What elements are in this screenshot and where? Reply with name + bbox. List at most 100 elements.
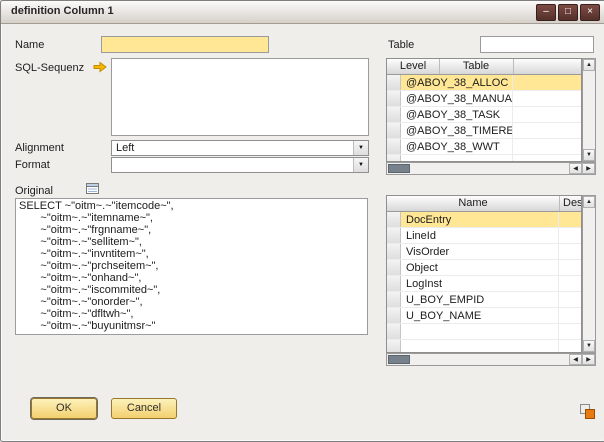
row-selector[interactable] — [387, 75, 401, 90]
table-row[interactable] — [387, 340, 581, 353]
original-sql-text: SELECT ~"oitm~.~"itemcode~", ~"oitm~.~"i… — [15, 198, 368, 335]
scrollbar-thumb[interactable] — [388, 164, 410, 173]
scroll-up-icon[interactable]: ▲ — [583, 59, 595, 71]
window-controls: – □ × — [536, 4, 600, 21]
cell-filler — [513, 91, 581, 106]
fields-horizontal-scrollbar[interactable]: ◀ ▶ — [386, 353, 596, 366]
fields-grid-header: Name Desc — [387, 196, 581, 212]
link-arrow-icon[interactable] — [93, 61, 107, 76]
scrollbar-thumb[interactable] — [388, 355, 410, 364]
column-header-level: Level — [387, 59, 440, 74]
format-label: Format — [15, 159, 50, 171]
row-selector[interactable] — [387, 139, 401, 154]
scroll-right-icon[interactable]: ▶ — [582, 163, 595, 174]
row-selector[interactable] — [387, 91, 401, 106]
cell-text: @ABOY_38_MANUA — [401, 91, 513, 106]
titlebar[interactable]: definition Column 1 – □ × — [1, 1, 604, 24]
cell-filler — [559, 260, 581, 275]
table-row[interactable]: VisOrder — [387, 244, 581, 260]
table-row[interactable]: @ABOY_38_MANUA — [387, 91, 581, 107]
cell-filler — [559, 228, 581, 243]
cell-text — [401, 340, 559, 353]
cell-filler — [513, 139, 581, 154]
cell-text: Object — [401, 260, 559, 275]
table-row[interactable]: U_BOY_NAME — [387, 308, 581, 324]
table-row[interactable]: U_BOY_EMPID — [387, 292, 581, 308]
cell-text: @ABOY_38_TASK — [401, 107, 513, 122]
row-selector[interactable] — [387, 244, 401, 259]
row-selector[interactable] — [387, 308, 401, 323]
cell-filler — [559, 276, 581, 291]
name-input[interactable] — [101, 36, 269, 53]
row-selector[interactable] — [387, 107, 401, 122]
table-input[interactable] — [480, 36, 594, 53]
cell-filler — [559, 292, 581, 307]
chevron-down-icon[interactable]: ▼ — [353, 158, 368, 172]
close-icon[interactable]: × — [580, 4, 600, 21]
scroll-right-icon[interactable]: ▶ — [582, 354, 595, 365]
cell-text: @ABOY_38_ALLOC — [401, 75, 513, 90]
table-row[interactable] — [387, 324, 581, 340]
row-selector[interactable] — [387, 276, 401, 291]
scroll-up-icon[interactable]: ▲ — [583, 196, 595, 208]
table-row[interactable]: Object — [387, 260, 581, 276]
table-row[interactable]: @ABOY_38_ALLOC — [387, 75, 581, 91]
table-row[interactable]: LineId — [387, 228, 581, 244]
table-row[interactable]: LogInst — [387, 276, 581, 292]
column-header-empty — [513, 59, 581, 74]
cell-text: U_BOY_NAME — [401, 308, 559, 323]
show-original-icon[interactable] — [85, 181, 100, 199]
expand-form-icon[interactable] — [579, 403, 596, 423]
cell-text: DocEntry — [401, 212, 559, 227]
definition-column-dialog: definition Column 1 – □ × Name SQL-Seque… — [0, 0, 604, 442]
row-selector[interactable] — [387, 292, 401, 307]
scroll-left-icon[interactable]: ◀ — [569, 354, 582, 365]
table-row[interactable] — [387, 155, 581, 162]
alignment-value: Left — [116, 142, 134, 155]
fields-vertical-scrollbar[interactable]: ▲ ▼ — [582, 195, 596, 353]
column-header-name: Name — [387, 196, 560, 211]
tables-horizontal-scrollbar[interactable]: ◀ ▶ — [386, 162, 596, 175]
cell-text: VisOrder — [401, 244, 559, 259]
alignment-select[interactable]: Left ▼ — [111, 140, 369, 156]
sql-sequenz-label: SQL-Sequenz — [15, 62, 84, 74]
cell-filler — [513, 123, 581, 138]
cell-text: @ABOY_38_WWT — [401, 139, 513, 154]
chevron-down-icon[interactable]: ▼ — [353, 141, 368, 155]
row-selector[interactable] — [387, 228, 401, 243]
cell-text — [401, 324, 559, 339]
scroll-down-icon[interactable]: ▼ — [583, 149, 595, 161]
column-header-table: Table — [439, 59, 514, 74]
minimize-icon[interactable]: – — [536, 4, 556, 21]
cancel-button[interactable]: Cancel — [111, 398, 177, 419]
row-selector[interactable] — [387, 155, 401, 162]
row-selector[interactable] — [387, 340, 401, 353]
cell-text — [401, 155, 513, 162]
sql-sequenz-input[interactable] — [111, 58, 369, 136]
table-row[interactable]: DocEntry — [387, 212, 581, 228]
tables-vertical-scrollbar[interactable]: ▲ ▼ — [582, 58, 596, 162]
table-row[interactable]: @ABOY_38_TASK — [387, 107, 581, 123]
alignment-label: Alignment — [15, 142, 64, 154]
cell-filler — [559, 308, 581, 323]
cell-text: @ABOY_38_TIMERE — [401, 123, 513, 138]
row-selector[interactable] — [387, 212, 401, 227]
table-row[interactable]: @ABOY_38_TIMERE — [387, 123, 581, 139]
scroll-down-icon[interactable]: ▼ — [583, 340, 595, 352]
cell-filler — [559, 340, 581, 353]
maximize-icon[interactable]: □ — [558, 4, 578, 21]
scroll-left-icon[interactable]: ◀ — [569, 163, 582, 174]
tables-grid[interactable]: Level Table @ABOY_38_ALLOC@ABOY_38_MANUA… — [386, 58, 582, 162]
window-title: definition Column 1 — [11, 5, 114, 17]
column-header-desc: Desc — [559, 196, 581, 211]
ok-button[interactable]: OK — [31, 398, 97, 419]
format-select[interactable]: ▼ — [111, 157, 369, 173]
fields-grid[interactable]: Name Desc DocEntryLineIdVisOrderObjectLo… — [386, 195, 582, 353]
cell-text: LogInst — [401, 276, 559, 291]
row-selector[interactable] — [387, 260, 401, 275]
table-row[interactable]: @ABOY_38_WWT — [387, 139, 581, 155]
cell-filler — [513, 75, 581, 90]
tables-grid-header: Level Table — [387, 59, 581, 75]
row-selector[interactable] — [387, 123, 401, 138]
row-selector[interactable] — [387, 324, 401, 339]
